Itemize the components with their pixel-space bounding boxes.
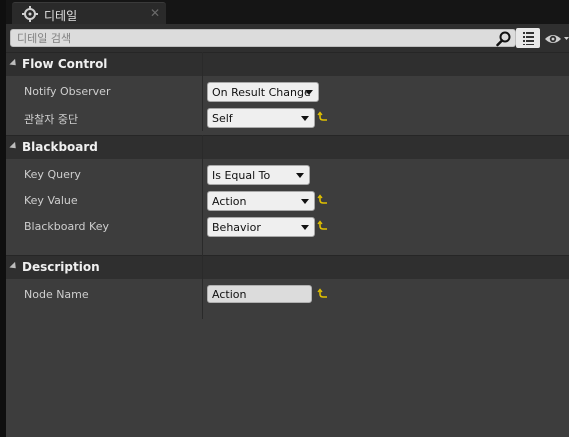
- dropdown-value: Behavior: [212, 221, 261, 234]
- chevron-down-icon: [301, 116, 309, 121]
- property-row-observer-aborts: 관찰자 중단 Self: [6, 105, 569, 131]
- category-title: Flow Control: [22, 57, 108, 71]
- property-label: Notify Observer: [24, 85, 111, 98]
- column-splitter[interactable]: [202, 76, 203, 131]
- view-options-button[interactable]: [516, 28, 540, 48]
- tab-details[interactable]: 디테일 ✕: [12, 2, 166, 24]
- property-row-blackboard-key: Blackboard Key Behavior: [6, 214, 569, 240]
- dropdown-value: Action: [212, 195, 247, 208]
- chevron-down-icon: [305, 90, 313, 95]
- blackboard-key-dropdown[interactable]: Behavior: [207, 217, 315, 237]
- column-splitter[interactable]: [202, 255, 203, 279]
- key-query-dropdown[interactable]: Is Equal To: [207, 165, 310, 185]
- property-label: 관찰자 중단: [24, 113, 79, 126]
- search-row: [6, 24, 569, 52]
- dropdown-value: Self: [212, 112, 233, 125]
- property-row-key-query: Key Query Is Equal To: [6, 162, 569, 188]
- dropdown-value: On Result Change: [212, 86, 311, 99]
- observer-aborts-dropdown[interactable]: Self: [207, 108, 315, 128]
- column-splitter[interactable]: [202, 159, 203, 255]
- search-icon[interactable]: [496, 31, 512, 47]
- category-flow-control[interactable]: Flow Control: [6, 52, 569, 76]
- chevron-down-icon: [296, 173, 304, 178]
- column-splitter[interactable]: [202, 52, 203, 76]
- column-splitter[interactable]: [202, 279, 203, 319]
- chevron-down-icon: [301, 225, 309, 230]
- details-panel: Flow Control Notify Observer On Result C…: [6, 24, 569, 437]
- reset-to-default-icon[interactable]: [317, 111, 329, 123]
- list-view-icon: [523, 32, 534, 45]
- property-label: Key Query: [24, 168, 81, 181]
- search-box[interactable]: [10, 29, 516, 47]
- reset-to-default-icon[interactable]: [317, 220, 329, 232]
- close-icon[interactable]: ✕: [150, 6, 160, 20]
- property-row-notify-observer: Notify Observer On Result Change: [6, 79, 569, 105]
- node-name-field[interactable]: [207, 285, 312, 303]
- reset-to-default-icon[interactable]: [317, 288, 329, 300]
- category-blackboard[interactable]: Blackboard: [6, 135, 569, 159]
- eye-icon: [545, 35, 569, 43]
- column-splitter[interactable]: [202, 135, 203, 159]
- property-label: Node Name: [24, 288, 89, 301]
- tab-bar: 디테일 ✕: [6, 0, 569, 24]
- category-title: Blackboard: [22, 140, 98, 154]
- details-window: 디테일 ✕ 디테일 검색 Flow Control Notify Observe…: [0, 0, 569, 437]
- expand-arrow-icon[interactable]: [9, 261, 19, 272]
- property-row-key-value: Key Value Action: [6, 188, 569, 214]
- node-name-input[interactable]: [212, 287, 310, 301]
- tab-title: 디테일: [44, 9, 78, 23]
- expand-arrow-icon[interactable]: [9, 141, 19, 152]
- dropdown-value: Is Equal To: [212, 169, 271, 182]
- key-value-dropdown[interactable]: Action: [207, 191, 315, 211]
- property-label: Blackboard Key: [24, 220, 109, 233]
- category-description[interactable]: Description: [6, 255, 569, 279]
- chevron-down-icon: [301, 199, 309, 204]
- visibility-button[interactable]: [544, 30, 569, 48]
- details-icon: [22, 6, 38, 22]
- search-input[interactable]: [17, 30, 487, 46]
- expand-arrow-icon[interactable]: [9, 58, 19, 69]
- property-row-node-name: Node Name: [6, 282, 569, 308]
- property-label: Key Value: [24, 194, 78, 207]
- reset-to-default-icon[interactable]: [317, 194, 329, 206]
- category-title: Description: [22, 260, 100, 274]
- notify-observer-dropdown[interactable]: On Result Change: [207, 82, 319, 102]
